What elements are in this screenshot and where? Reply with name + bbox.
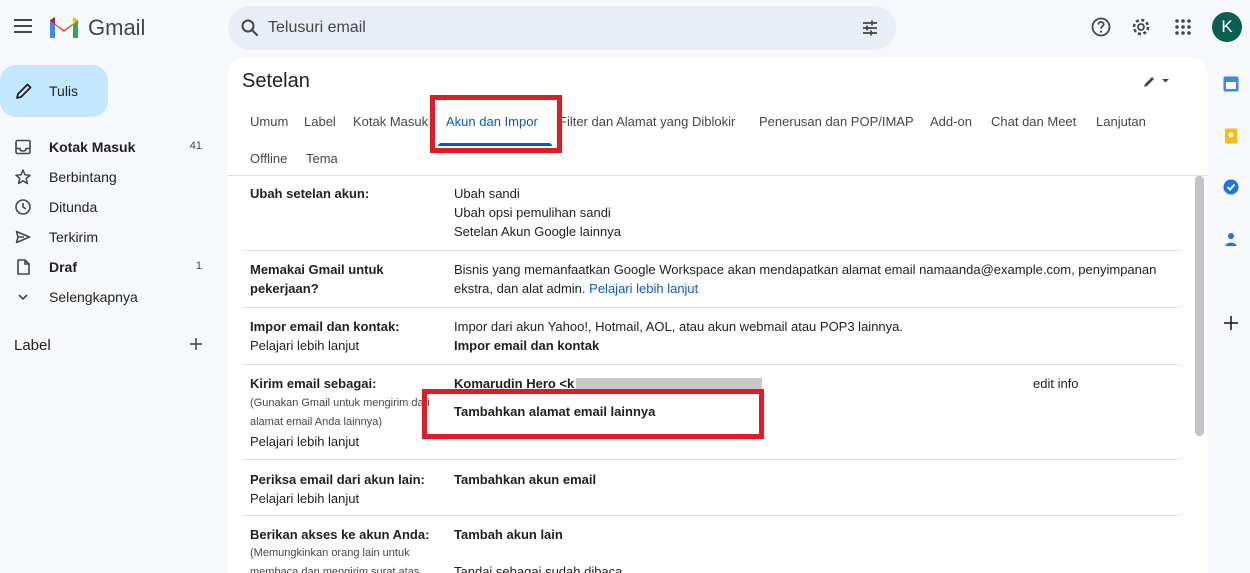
tab-themes[interactable]: Tema — [306, 151, 338, 166]
sidebar-item-inbox[interactable]: Kotak Masuk 41 — [0, 131, 216, 161]
sidebar-item-label: Ditunda — [49, 199, 98, 215]
keep-icon[interactable] — [1222, 127, 1240, 145]
sidebar-item-sent[interactable]: Terkirim — [0, 221, 216, 251]
help-icon[interactable] — [1090, 16, 1112, 38]
work-description-line2: ekstra, dan alat admin. Pelajari lebih l… — [454, 281, 699, 296]
sidebar-item-label: Berbintang — [49, 169, 117, 185]
highlight-box-add-email — [422, 389, 764, 439]
import-row: Impor email dan kontak: Pelajari lebih l… — [242, 308, 1182, 365]
search-input[interactable] — [268, 18, 828, 38]
work-row: Memakai Gmail untuk pekerjaan? Bisnis ya… — [242, 251, 1182, 308]
scrollbar-thumb[interactable] — [1195, 176, 1204, 436]
page-title: Setelan — [242, 70, 310, 92]
send-as-note-line2: alamat email Anda lainnya) — [250, 416, 383, 428]
main-menu-icon[interactable] — [12, 16, 34, 38]
send-as-learn-more-link[interactable]: Pelajari lebih lanjut — [250, 432, 359, 451]
chevron-down-icon — [18, 294, 28, 301]
compose-label: Tulis — [49, 83, 79, 99]
settings-gear-icon[interactable] — [1130, 16, 1152, 38]
send-as-note-line1: (Gunakan Gmail untuk mengirim dari — [250, 397, 430, 409]
tab-advanced[interactable]: Lanjutan — [1096, 114, 1146, 129]
compose-button[interactable]: Tulis — [0, 65, 108, 117]
apps-grid-icon[interactable] — [1172, 16, 1194, 38]
sidebar-item-drafts[interactable]: Draf 1 — [0, 251, 216, 281]
grant-access-note-line1: (Memungkinkan orang lain untuk — [250, 547, 410, 559]
sidebar-item-label: Draf — [49, 259, 78, 275]
draft-count: 1 — [195, 260, 202, 272]
check-mail-row: Periksa email dari akun lain: Pelajari l… — [242, 460, 1182, 516]
add-label-icon[interactable] — [188, 336, 204, 352]
work-description-line1: Bisnis yang memanfaatkan Google Workspac… — [454, 262, 1157, 277]
add-another-account-link[interactable]: Tambah akun lain — [454, 525, 563, 544]
import-learn-more-link[interactable]: Pelajari lebih lanjut — [250, 336, 359, 355]
sidebar-item-label: Terkirim — [49, 229, 98, 245]
search-bar — [228, 6, 896, 50]
import-description: Impor dari akun Yahoo!, Hotmail, AOL, at… — [454, 319, 903, 334]
search-icon[interactable] — [240, 18, 260, 38]
contacts-icon[interactable] — [1222, 230, 1240, 248]
work-label-line1: Memakai Gmail untuk — [250, 262, 384, 277]
account-settings-label: Ubah setelan akun: — [250, 186, 370, 201]
gmail-logo-text: Gmail — [88, 15, 146, 40]
unread-count: 41 — [189, 140, 202, 152]
work-learn-more-link[interactable]: Pelajari lebih lanjut — [589, 281, 698, 296]
tab-addons[interactable]: Add-on — [930, 114, 972, 129]
tab-inbox[interactable]: Kotak Masuk — [353, 114, 428, 129]
tab-chat-meet[interactable]: Chat dan Meet — [991, 114, 1076, 129]
sidebar-item-snoozed[interactable]: Ditunda — [0, 191, 216, 221]
account-settings-row: Ubah setelan akun: Ubah sandi Ubah opsi … — [242, 176, 1182, 251]
sidebar-item-label: Selengkapnya — [49, 289, 138, 305]
draft-icon — [17, 259, 30, 275]
google-account-settings-link[interactable]: Setelan Akun Google lainnya — [454, 222, 621, 241]
labels-heading: Label — [14, 337, 51, 354]
inbox-icon — [15, 139, 31, 155]
tasks-icon[interactable] — [1222, 178, 1240, 196]
grant-access-row: Berikan akses ke akun Anda: (Memungkinka… — [242, 516, 1182, 573]
highlight-box-tab — [430, 95, 562, 153]
change-recovery-link[interactable]: Ubah opsi pemulihan sandi — [454, 203, 611, 222]
sidebar-nav: Kotak Masuk 41 Berbintang Ditunda Terkir… — [0, 131, 216, 311]
top-bar: Gmail K — [0, 0, 1250, 56]
sidebar-item-starred[interactable]: Berbintang — [0, 161, 216, 191]
add-mail-account-link[interactable]: Tambahkan akun email — [454, 470, 596, 489]
search-options-icon[interactable] — [860, 18, 880, 38]
star-icon — [15, 169, 31, 185]
grant-access-note-line2: membaca dan mengirim surat atas — [250, 566, 420, 573]
check-mail-learn-more-link[interactable]: Pelajari lebih lanjut — [250, 489, 359, 508]
tab-offline[interactable]: Offline — [250, 151, 287, 166]
change-password-link[interactable]: Ubah sandi — [454, 184, 520, 203]
clock-icon — [15, 199, 31, 215]
grant-access-label: Berikan akses ke akun Anda: — [250, 527, 430, 542]
sidebar-item-label: Kotak Masuk — [49, 139, 136, 155]
side-panel — [1212, 58, 1250, 573]
account-avatar[interactable]: K — [1212, 12, 1242, 42]
tab-forwarding-pop-imap[interactable]: Penerusan dan POP/IMAP — [759, 114, 914, 129]
gmail-logo-icon[interactable] — [48, 14, 80, 40]
import-label: Impor email dan kontak: — [250, 319, 400, 334]
check-mail-label: Periksa email dari akun lain: — [250, 472, 425, 487]
tab-labels[interactable]: Label — [304, 114, 336, 129]
import-mail-contacts-link[interactable]: Impor email dan kontak — [454, 336, 599, 355]
calendar-icon[interactable] — [1222, 75, 1240, 93]
sidebar-item-more[interactable]: Selengkapnya — [0, 281, 216, 311]
send-as-label: Kirim email sebagai: — [250, 376, 377, 391]
get-addons-plus-icon[interactable] — [1222, 314, 1240, 332]
mark-as-read-option[interactable]: Tandai sebagai sudah dibaca — [454, 562, 622, 573]
pencil-icon — [16, 83, 32, 99]
pencil-dropdown-icon[interactable] — [1142, 72, 1172, 90]
tab-general[interactable]: Umum — [250, 114, 288, 129]
settings-panel: Setelan Umum Label Kotak Masuk Akun dan … — [228, 58, 1207, 573]
edit-info-link[interactable]: edit info — [1033, 374, 1079, 393]
send-icon — [15, 230, 31, 244]
tab-filters-blocked[interactable]: Filter dan Alamat yang Diblokir — [559, 114, 735, 129]
work-label-line2: pekerjaan? — [250, 281, 319, 296]
